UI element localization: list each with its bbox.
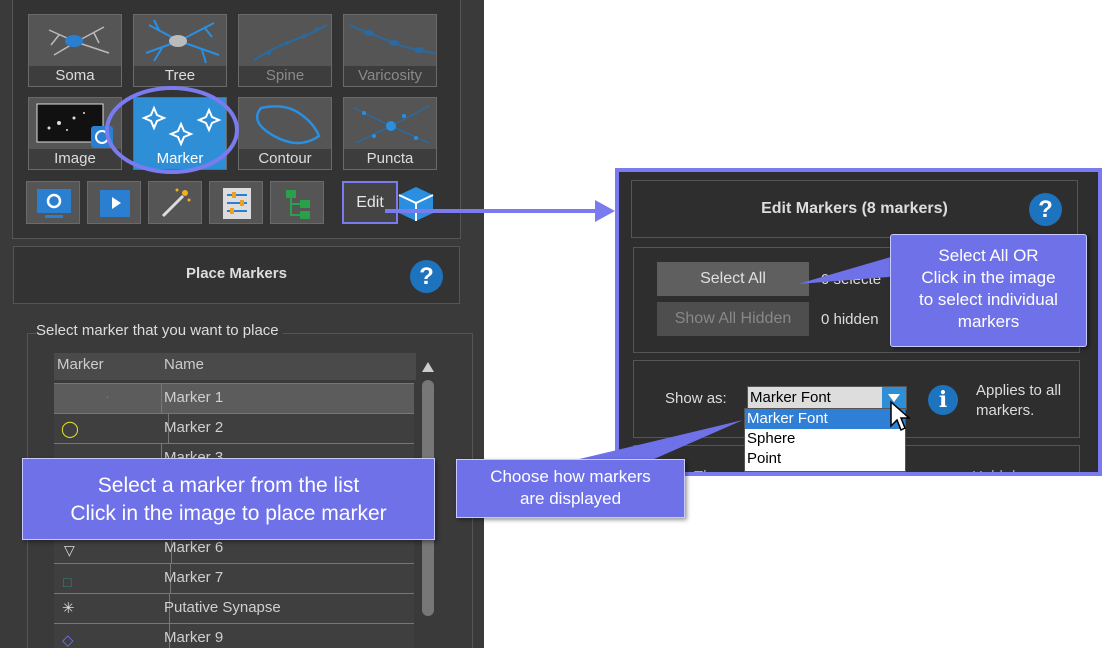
- marker-name: Marker 2: [164, 419, 224, 436]
- callout-line: Select a marker from the list: [97, 474, 360, 497]
- marker-name: Putative Synapse: [164, 599, 281, 616]
- option-sphere[interactable]: Sphere: [745, 429, 905, 449]
- select-value: Marker Font: [750, 389, 831, 406]
- callout-pointer: [798, 254, 901, 284]
- show-as-dropdown-list: Marker Font Sphere Point: [744, 408, 906, 472]
- marker-symbol: ◯: [54, 414, 169, 443]
- window-title: Edit Markers (8 markers): [761, 200, 948, 217]
- tree-tile[interactable]: Tree: [133, 14, 227, 87]
- option-marker-font[interactable]: Marker Font: [745, 409, 905, 429]
- tile-label: Contour: [239, 149, 331, 169]
- contour-tile[interactable]: Contour: [238, 97, 332, 170]
- select-all-button[interactable]: Select All: [657, 262, 809, 296]
- table-row[interactable]: ✳ Putative Synapse: [54, 593, 414, 623]
- film-icon: [100, 190, 130, 217]
- settings-button[interactable]: [26, 181, 80, 224]
- show-all-hidden-button[interactable]: Show All Hidden: [657, 302, 809, 336]
- callout-line: are displayed: [519, 489, 622, 508]
- column-header-name[interactable]: Name: [162, 353, 416, 380]
- select-all-callout: Select All OR Click in the image to sele…: [890, 234, 1087, 347]
- hierarchy-icon: [286, 190, 310, 219]
- callout-line: Click in the image to place marker: [70, 502, 387, 525]
- tree-icon: [145, 19, 220, 64]
- place-marker-callout: Select a marker from the list Click in t…: [22, 458, 435, 540]
- applies-line: Applies to all: [976, 382, 1062, 399]
- section-title: Place Markers: [186, 265, 287, 282]
- table-row[interactable]: ◇ Marker 9: [54, 623, 414, 648]
- applies-line: markers.: [976, 402, 1035, 419]
- instructions-text: Hold down CTRL: [972, 468, 1079, 472]
- monitor-gear-icon: [37, 189, 71, 218]
- place-markers-header: Place Markers ?: [13, 246, 460, 304]
- tile-label: Spine: [239, 66, 331, 86]
- show-as-label: Show as:: [665, 390, 727, 407]
- column-header-marker[interactable]: Marker: [54, 353, 165, 380]
- marker-symbol: □: [54, 564, 171, 593]
- hierarchy-button[interactable]: [270, 181, 324, 224]
- callout-line: Select All OR: [938, 246, 1039, 265]
- puncta-icon: [353, 105, 430, 144]
- soma-tile[interactable]: Soma: [28, 14, 122, 87]
- table-row[interactable]: □ Marker 7: [54, 563, 414, 593]
- help-icon[interactable]: ?: [410, 260, 443, 293]
- table-row[interactable]: ◯ Marker 2: [54, 413, 414, 443]
- display-mode-callout: Choose how markers are displayed: [456, 459, 685, 518]
- info-icon: i: [928, 385, 958, 415]
- callout-line: Choose how markers: [490, 467, 651, 486]
- show-as-select[interactable]: Marker Font: [747, 386, 907, 410]
- contour-icon: [255, 105, 321, 145]
- applies-note: Applies to all markers.: [976, 381, 1061, 421]
- tile-label: Puncta: [344, 149, 436, 169]
- callout-line: to select individual: [919, 290, 1058, 309]
- marker-symbol: ·: [54, 384, 162, 413]
- callout-line: Click in the image: [921, 268, 1056, 287]
- edit-markers-header: Edit Markers (8 markers) ?: [631, 180, 1078, 238]
- marker-symbol: ◇: [54, 624, 170, 648]
- callout-line: markers: [957, 312, 1020, 331]
- movie-button[interactable]: [87, 181, 141, 224]
- hidden-count: 0 hidden: [821, 311, 879, 328]
- tile-label: Varicosity: [344, 66, 436, 86]
- spine-tile[interactable]: Spine: [238, 14, 332, 87]
- connector-arrow: [385, 200, 615, 222]
- mouse-cursor-icon: [890, 400, 911, 432]
- puncta-tile[interactable]: Puncta: [343, 97, 437, 170]
- sliders-icon: [223, 188, 251, 219]
- marker-name: Marker 9: [164, 629, 224, 646]
- marker-name: Marker 6: [164, 539, 224, 556]
- varicosity-icon: [348, 24, 436, 54]
- left-panel: Soma Tree Spine Varicosity Image Marker …: [0, 0, 484, 648]
- marker-name: Marker 7: [164, 569, 224, 586]
- highlight-ellipse: [105, 86, 239, 174]
- magic-wand-icon: [161, 188, 191, 218]
- option-point[interactable]: Point: [745, 449, 905, 469]
- varicosity-tile[interactable]: Varicosity: [343, 14, 437, 87]
- wand-button[interactable]: [148, 181, 202, 224]
- adjust-button[interactable]: [209, 181, 263, 224]
- list-caption: Select marker that you want to place: [36, 322, 283, 339]
- soma-icon: [48, 26, 110, 56]
- marker-name: Marker 1: [164, 389, 224, 406]
- spine-icon: [253, 24, 328, 61]
- marker-symbol: ✳: [54, 594, 170, 623]
- help-icon[interactable]: ?: [1029, 193, 1062, 226]
- table-row[interactable]: · Marker 1: [54, 383, 414, 413]
- scroll-up-icon: [422, 362, 434, 372]
